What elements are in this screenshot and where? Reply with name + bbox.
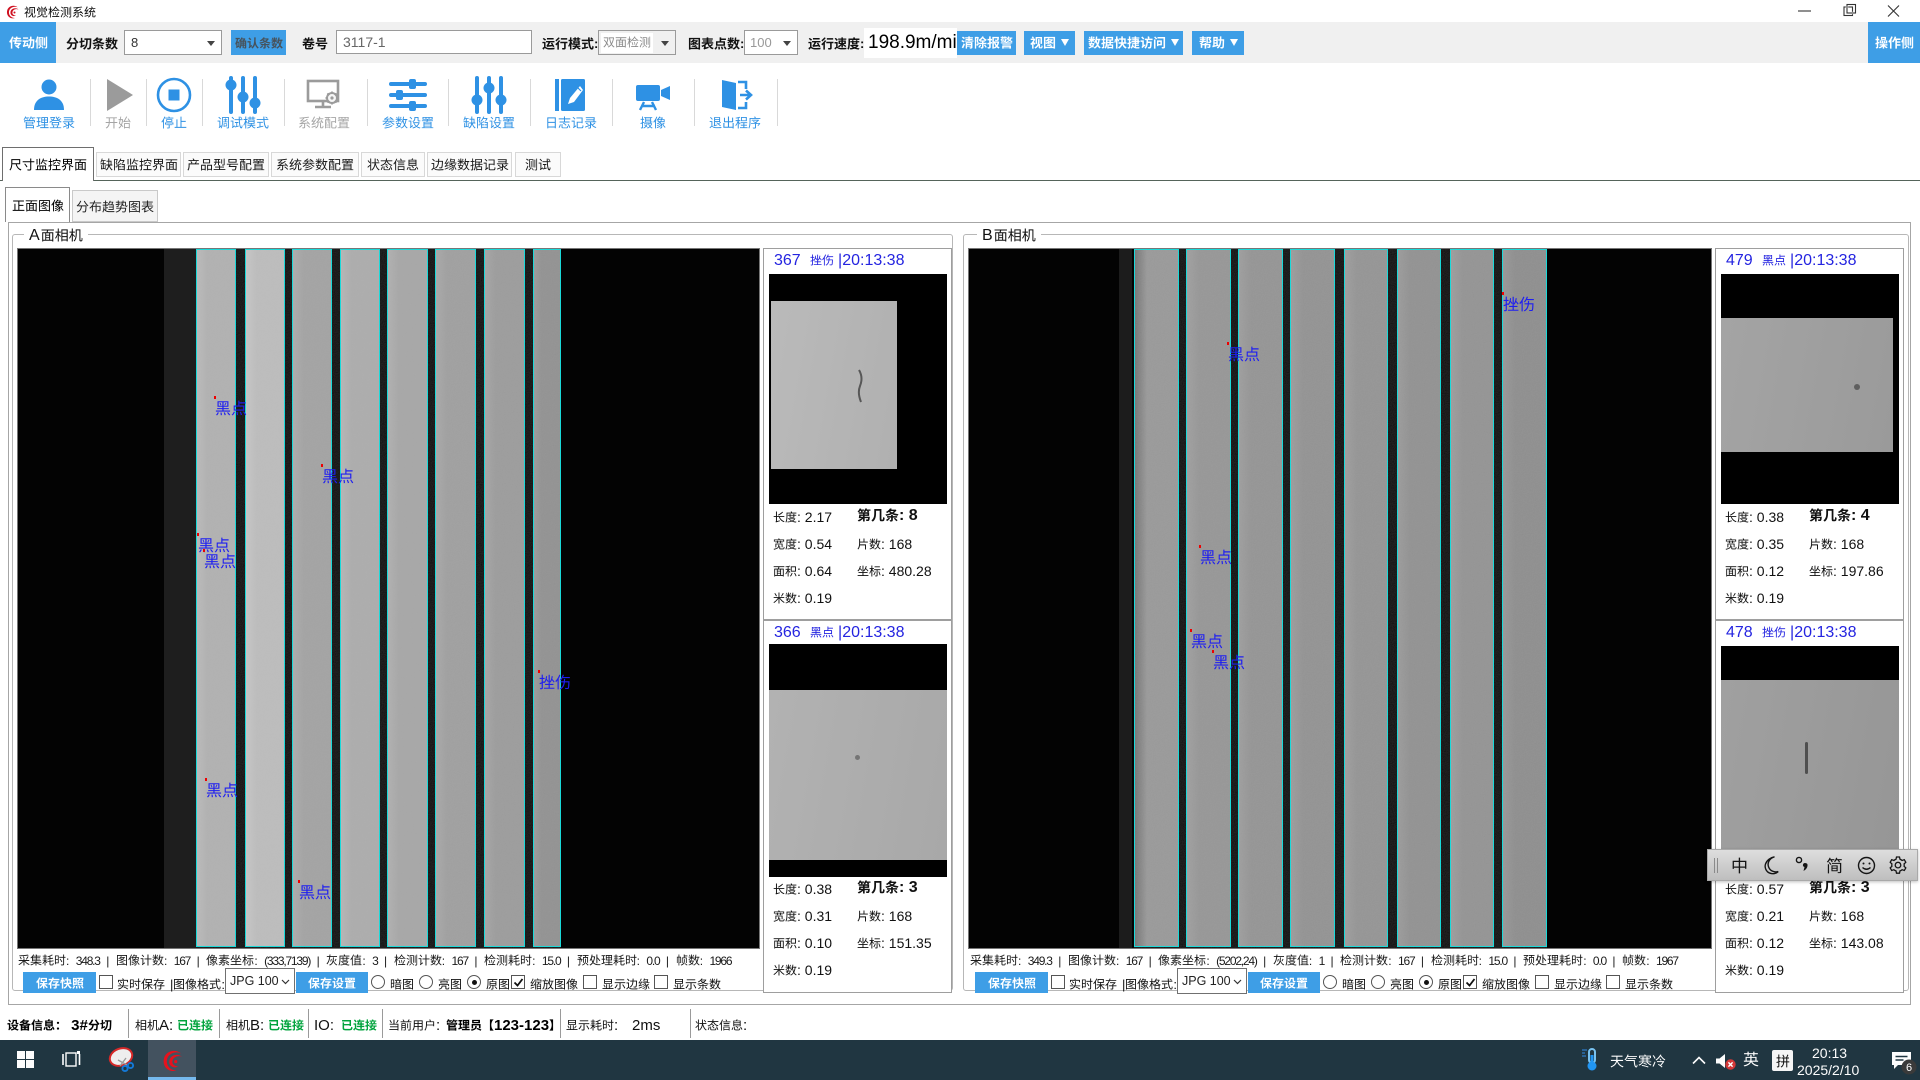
svg-text:6: 6 (1906, 1062, 1912, 1074)
